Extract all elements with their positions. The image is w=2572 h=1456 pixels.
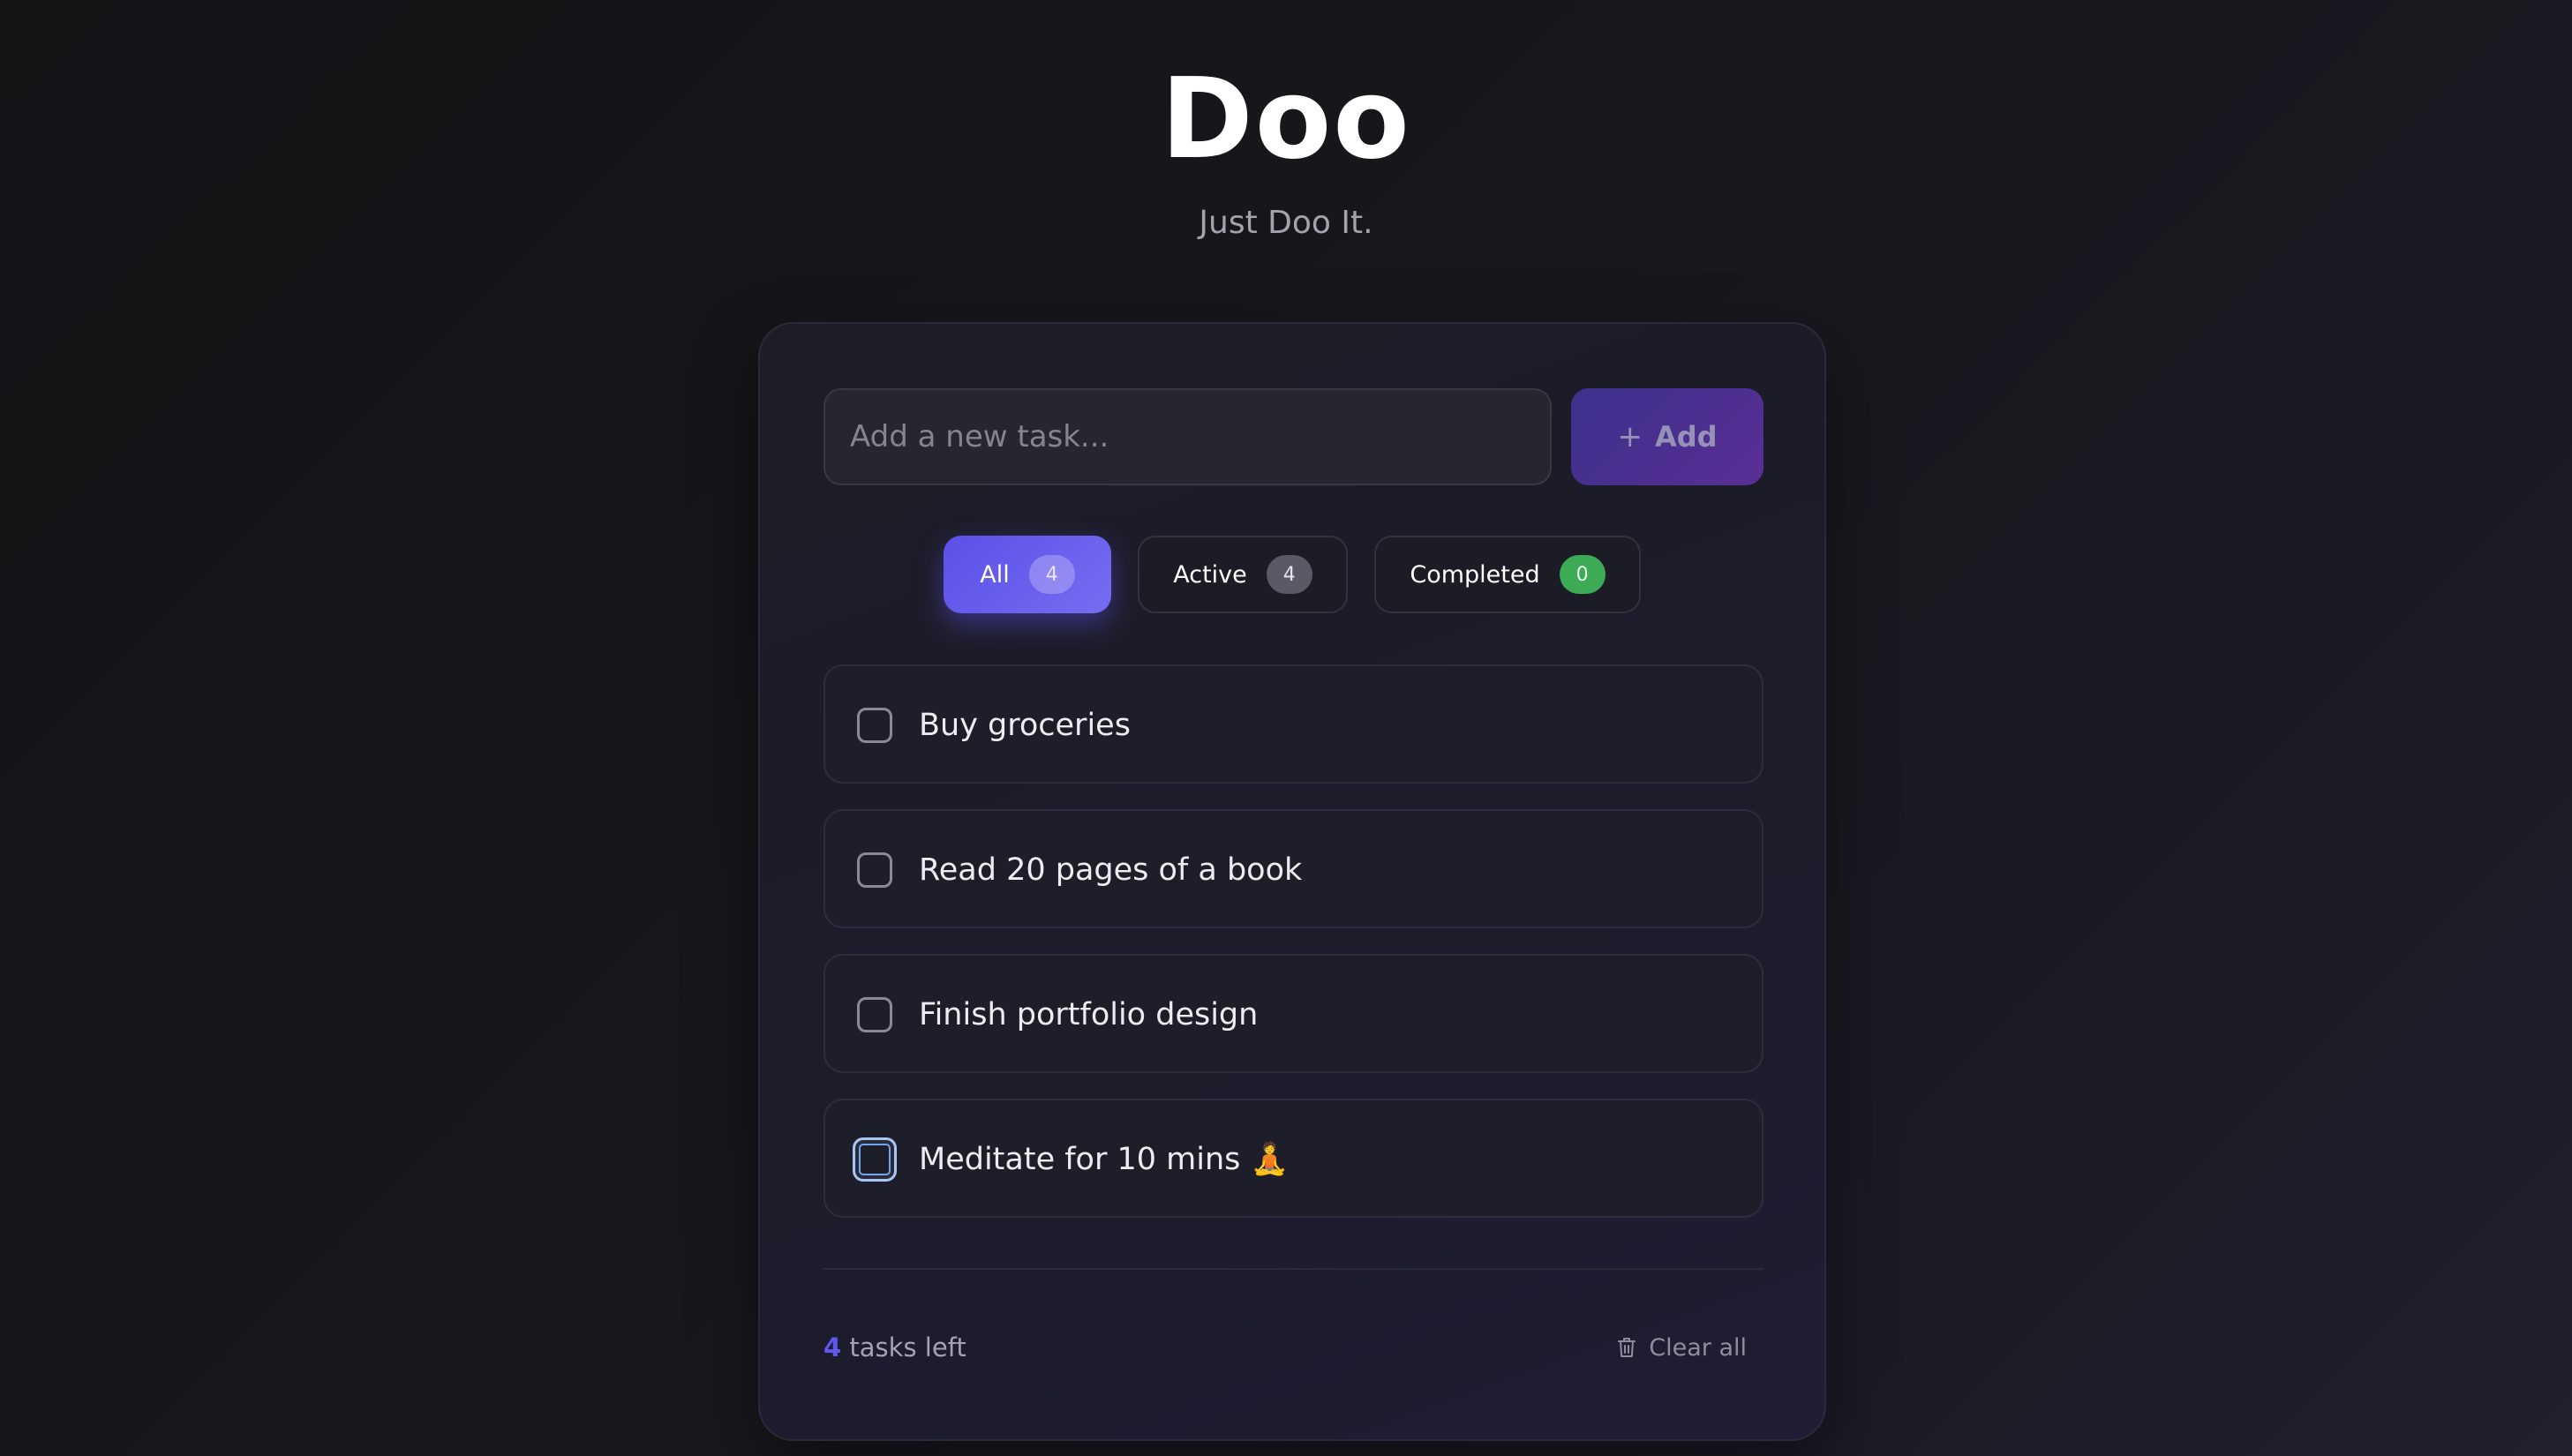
count-badge: 4 xyxy=(1266,555,1312,594)
filter-tab-active[interactable]: Active 4 xyxy=(1138,536,1348,613)
add-button-label: Add xyxy=(1654,420,1718,454)
add-task-button[interactable]: + Add xyxy=(1571,388,1764,485)
clear-all-button[interactable]: Clear all xyxy=(1617,1328,1747,1367)
count-badge: 4 xyxy=(1028,555,1075,594)
filter-tab-label: Completed xyxy=(1410,560,1540,589)
new-task-input[interactable] xyxy=(823,388,1552,485)
todo-card: + Add All 4 Active 4 Completed 0 Buy gro… xyxy=(758,322,1826,1441)
tasks-left-count: 4 xyxy=(823,1332,842,1362)
task-checkbox[interactable] xyxy=(857,997,892,1032)
plus-icon: + xyxy=(1617,419,1643,454)
filter-tab-label: All xyxy=(980,560,1010,589)
trash-icon xyxy=(1617,1336,1636,1359)
task-item[interactable]: Finish portfolio design xyxy=(823,954,1764,1073)
task-text: Finish portfolio design xyxy=(919,997,1259,1032)
filter-tab-all[interactable]: All 4 xyxy=(944,536,1111,613)
task-text: Buy groceries xyxy=(919,708,1131,743)
tasks-left-label: tasks left xyxy=(849,1332,966,1362)
task-checkbox[interactable] xyxy=(857,852,892,888)
tasks-left-counter: 4 tasks left xyxy=(823,1330,966,1365)
task-item[interactable]: Read 20 pages of a book xyxy=(823,809,1764,928)
task-item[interactable]: Meditate for 10 mins 🧘 xyxy=(823,1099,1764,1218)
task-text: Read 20 pages of a book xyxy=(919,852,1303,888)
app-title: Doo xyxy=(1161,54,1411,184)
filter-tab-label: Active xyxy=(1173,560,1247,589)
filter-tab-completed[interactable]: Completed 0 xyxy=(1374,536,1641,613)
task-checkbox[interactable] xyxy=(857,708,892,743)
task-checkbox[interactable] xyxy=(853,1137,897,1182)
app-subtitle: Just Doo It. xyxy=(1199,205,1373,241)
task-text: Meditate for 10 mins 🧘 xyxy=(919,1142,1290,1177)
clear-all-label: Clear all xyxy=(1649,1333,1747,1362)
count-badge: 0 xyxy=(1559,555,1606,594)
footer-divider xyxy=(823,1268,1764,1270)
task-item[interactable]: Buy groceries xyxy=(823,664,1764,784)
